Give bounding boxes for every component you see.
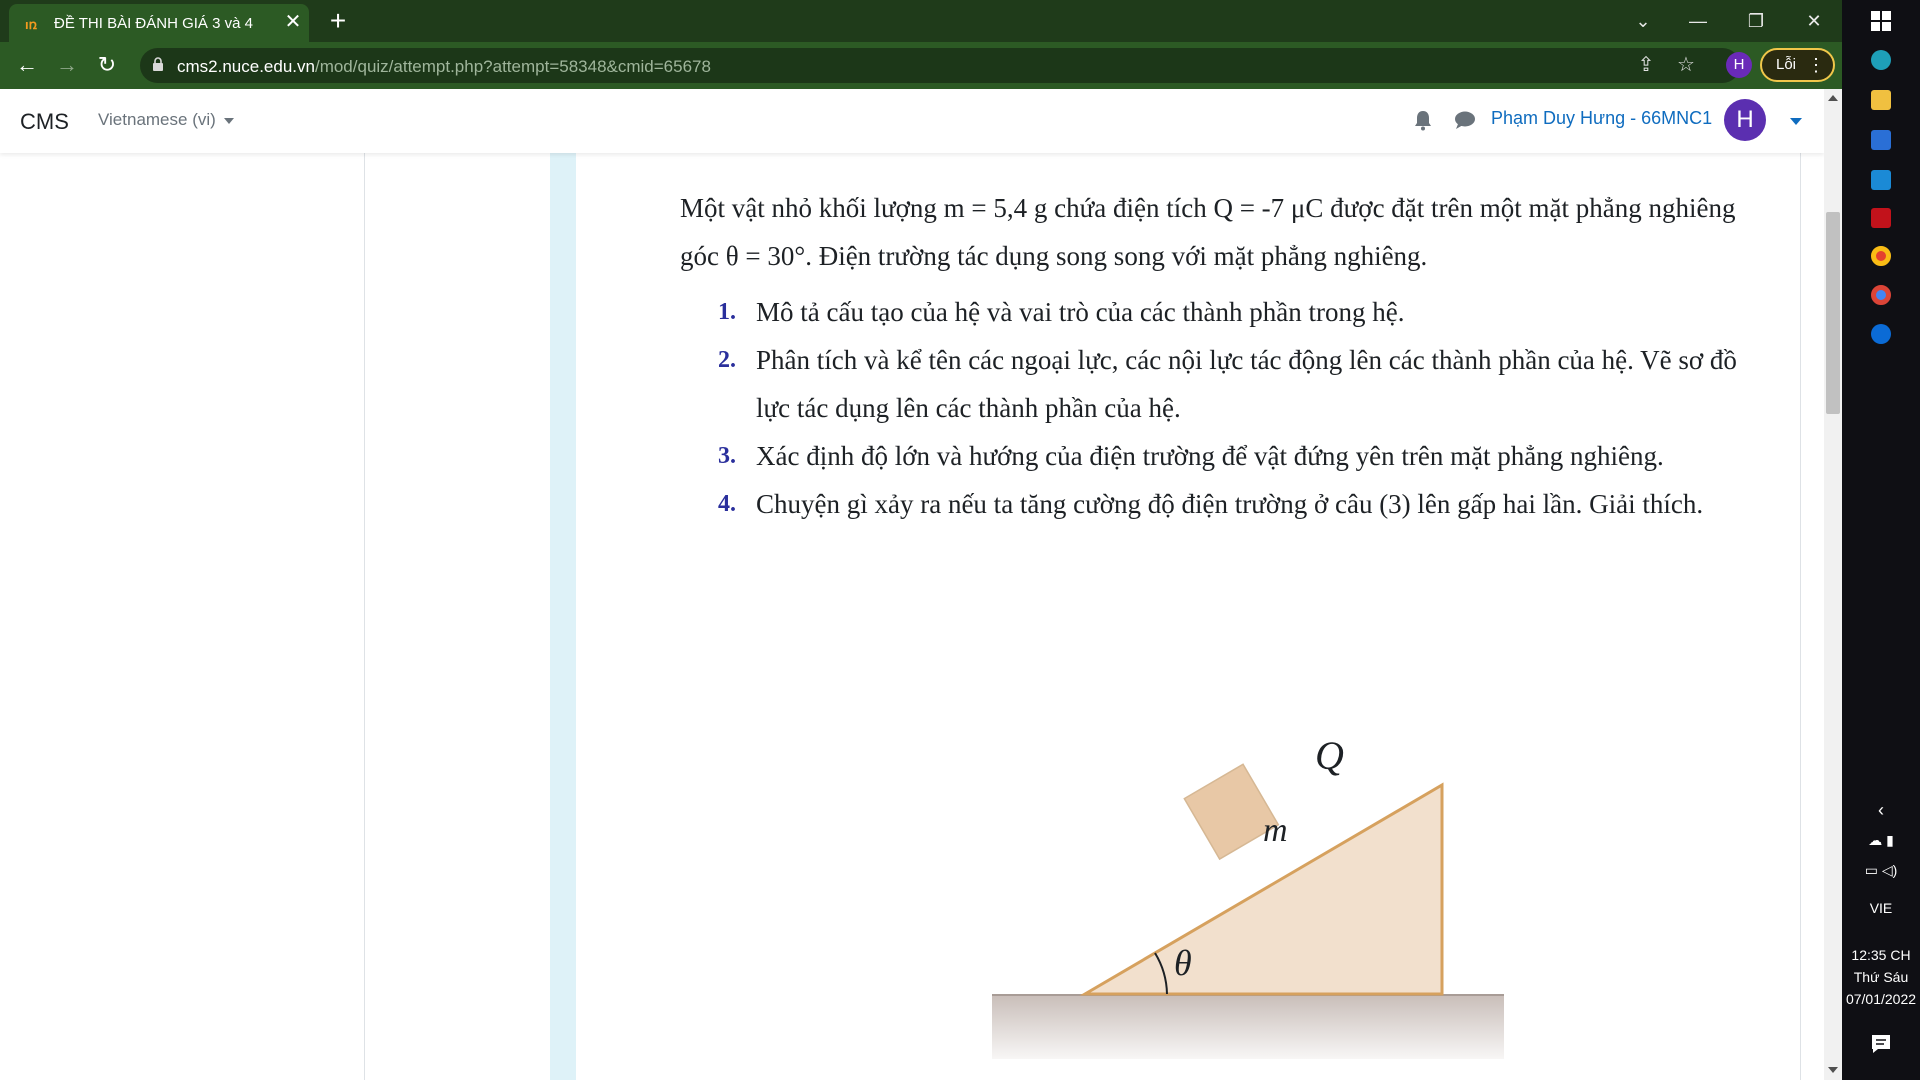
user-menu-caret-icon[interactable] <box>1790 118 1802 125</box>
url-host: cms2.nuce.edu.vn <box>177 57 315 76</box>
error-button-label: Lỗi <box>1776 56 1797 73</box>
share-icon[interactable]: ⇪ <box>1632 51 1660 79</box>
item-text: Mô tả cấu tạo của hệ và vai trò của các … <box>756 297 1405 327</box>
tab-strip: ıռ ĐỀ THI BÀI ĐÁNH GIÁ 3 và 4 ✕ + ⌄ — ❐ … <box>0 0 1842 42</box>
clock-day[interactable]: Thứ Sáu <box>1842 969 1920 985</box>
windows-start-icon[interactable] <box>1870 10 1892 32</box>
tab-search-chevron-icon[interactable]: ⌄ <box>1615 4 1671 38</box>
item-number: 1. <box>718 299 736 325</box>
left-column-divider <box>364 153 365 1080</box>
chrome-profile-icon[interactable] <box>1871 285 1891 305</box>
label-charge: Q <box>1315 733 1344 778</box>
lock-icon <box>153 57 163 71</box>
user-avatar[interactable]: H <box>1724 99 1766 141</box>
question-text: Một vật nhỏ khối lượng m = 5,4 g chứa đi… <box>680 184 1740 528</box>
label-mass: m <box>1263 812 1288 849</box>
windows-taskbar: ‹ ☁ ▮ ▭ ◁) VIE 12:35 CH Thứ Sáu 07/01/20… <box>1842 0 1920 1080</box>
language-label: Vietnamese (vi) <box>98 110 216 129</box>
tray-expand-chevron-icon[interactable]: ‹ <box>1842 800 1920 821</box>
tab-close-button[interactable]: ✕ <box>281 10 305 34</box>
language-menu[interactable]: Vietnamese (vi) <box>98 110 234 130</box>
question-intro: Một vật nhỏ khối lượng m = 5,4 g chứa đi… <box>680 193 1736 271</box>
browser-window: ıռ ĐỀ THI BÀI ĐÁNH GIÁ 3 và 4 ✕ + ⌄ — ❐ … <box>0 0 1842 1080</box>
clock-date[interactable]: 07/01/2022 <box>1842 991 1920 1007</box>
item-number: 4. <box>718 491 736 517</box>
back-arrow-icon[interactable]: ← <box>12 50 42 80</box>
item-text: Chuyện gì xảy ra nếu ta tăng cường độ đi… <box>756 489 1704 519</box>
question-item: 3. Xác định độ lớn và hướng của điện trườ… <box>680 432 1740 480</box>
site-brand[interactable]: CMS <box>20 109 69 135</box>
user-name[interactable]: Phạm Duy Hưng - 66MNC1 <box>1491 108 1712 129</box>
content-right-border <box>1800 153 1801 1080</box>
browser-toolbar: ← → ↻ cms2.nuce.edu.vn/mod/quiz/attempt.… <box>0 42 1842 89</box>
inclined-plane-figure: Q m θ <box>992 733 1504 1059</box>
scroll-up-arrow-icon[interactable] <box>1828 95 1838 101</box>
minimize-icon[interactable]: — <box>1670 4 1726 38</box>
page-scrollbar[interactable] <box>1824 89 1842 1080</box>
site-navbar: CMS Vietnamese (vi) Phạm Duy Hưng - 66MN… <box>0 89 1824 153</box>
scroll-down-arrow-icon[interactable] <box>1828 1067 1838 1073</box>
error-button[interactable]: Lỗi ⋮ <box>1760 48 1835 82</box>
address-bar[interactable]: cms2.nuce.edu.vn/mod/quiz/attempt.php?at… <box>140 48 1740 83</box>
scrollbar-thumb[interactable] <box>1826 212 1840 414</box>
edge-browser-icon[interactable] <box>1871 50 1891 70</box>
garena-icon[interactable] <box>1871 208 1891 228</box>
file-explorer-icon[interactable] <box>1871 90 1891 110</box>
moodle-page: CMS Vietnamese (vi) Phạm Duy Hưng - 66MN… <box>0 89 1824 1080</box>
close-window-icon[interactable]: ✕ <box>1786 4 1842 38</box>
url-path: /mod/quiz/attempt.php?attempt=58348&cmid… <box>314 57 711 76</box>
site-favicon-icon: ıռ <box>25 17 38 32</box>
new-tab-button[interactable]: + <box>323 6 353 36</box>
zalo-icon[interactable] <box>1871 324 1891 344</box>
tab-title: ĐỀ THI BÀI ĐÁNH GIÁ 3 và 4 <box>54 15 253 32</box>
item-text: Phân tích và kể tên các ngoại lực, các n… <box>756 345 1737 423</box>
input-language[interactable]: VIE <box>1842 900 1920 916</box>
question-item: 1. Mô tả cấu tạo của hệ và vai trò của cá… <box>680 288 1740 336</box>
store-icon[interactable] <box>1871 130 1891 150</box>
restore-icon[interactable]: ❐ <box>1728 4 1784 38</box>
item-text: Xác định độ lớn và hướng của điện trường… <box>756 441 1664 471</box>
question-item: 4. Chuyện gì xảy ra nếu ta tăng cường độ … <box>680 480 1740 528</box>
forward-arrow-icon[interactable]: → <box>52 50 82 80</box>
onedrive-cloud-icon[interactable]: ☁ ▮ <box>1842 832 1920 849</box>
notification-center-icon[interactable] <box>1870 1033 1892 1055</box>
more-menu-icon[interactable]: ⋮ <box>1807 50 1825 80</box>
active-tab[interactable]: ıռ ĐỀ THI BÀI ĐÁNH GIÁ 3 và 4 ✕ <box>9 4 309 42</box>
question-info-strip <box>550 153 576 1080</box>
question-item: 2. Phân tích và kể tên các ngoại lực, các… <box>680 336 1740 432</box>
ground-surface <box>992 994 1504 1059</box>
item-number: 3. <box>718 443 736 469</box>
bookmark-star-icon[interactable]: ☆ <box>1672 51 1700 79</box>
network-volume-icon[interactable]: ▭ ◁) <box>1842 862 1920 879</box>
browser-profile-avatar[interactable]: H <box>1726 52 1752 78</box>
item-number: 2. <box>718 347 736 373</box>
question-subparts: 1. Mô tả cấu tạo của hệ và vai trò của cá… <box>680 288 1740 528</box>
notification-bell-icon[interactable] <box>1413 109 1433 131</box>
messages-chat-icon[interactable] <box>1454 110 1476 130</box>
chrome-icon[interactable] <box>1871 246 1891 266</box>
clock-time[interactable]: 12:35 CH <box>1842 947 1920 963</box>
url-text: cms2.nuce.edu.vn/mod/quiz/attempt.php?at… <box>177 57 711 77</box>
label-angle: θ <box>1174 943 1192 983</box>
caret-down-icon <box>223 117 234 124</box>
mail-icon[interactable] <box>1871 170 1891 190</box>
reload-icon[interactable]: ↻ <box>92 50 122 80</box>
